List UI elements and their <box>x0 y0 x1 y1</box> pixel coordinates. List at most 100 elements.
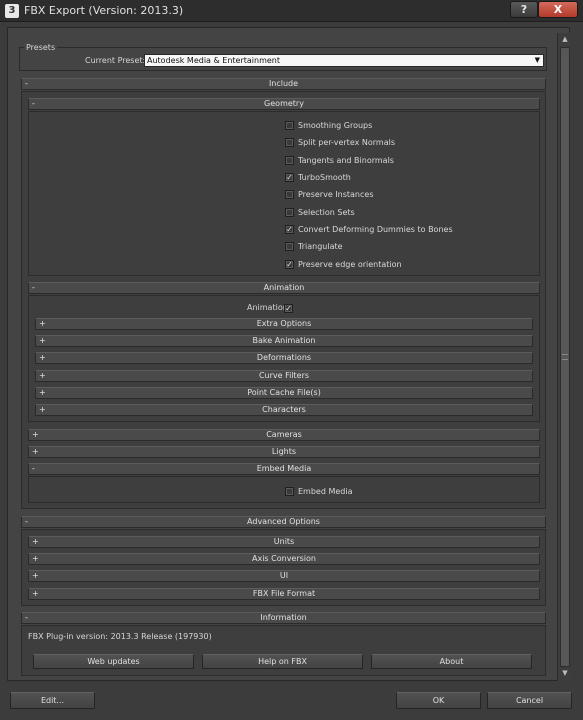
advanced-options-rollout-header[interactable]: - Advanced Options <box>21 516 546 528</box>
deformations-rollout[interactable]: + Deformations <box>35 352 533 364</box>
presets-group-label: Presets <box>24 43 58 52</box>
rollout-title: UI <box>279 571 289 580</box>
embed-media-rollout-body <box>28 476 540 503</box>
axis-conversion-rollout[interactable]: + Axis Conversion <box>28 553 540 565</box>
checkbox-icon[interactable] <box>285 208 294 217</box>
scroll-thumb[interactable] <box>560 47 570 667</box>
rollout-title: Deformations <box>256 353 312 362</box>
collapse-icon: - <box>25 517 28 526</box>
bake-animation-rollout[interactable]: + Bake Animation <box>35 335 533 347</box>
animation-checkbox-label: Animation <box>247 303 288 312</box>
checkbox-label: Split per-vertex Normals <box>298 138 395 147</box>
characters-rollout[interactable]: + Characters <box>35 404 533 416</box>
expand-icon: + <box>39 371 46 380</box>
app-icon: 3 <box>5 4 19 18</box>
edit-button[interactable]: Edit... <box>10 692 95 709</box>
ok-button[interactable]: OK <box>396 692 481 709</box>
checkbox-label: Smoothing Groups <box>298 121 373 130</box>
current-preset-label: Current Preset: <box>85 56 146 65</box>
rollout-title: Bake Animation <box>252 336 316 345</box>
scroll-up-icon[interactable]: ▲ <box>560 35 570 45</box>
units-rollout[interactable]: + Units <box>28 536 540 548</box>
scroll-down-icon[interactable]: ▼ <box>560 669 570 679</box>
rollout-title: Units <box>273 537 295 546</box>
collapse-icon: - <box>25 613 28 622</box>
checkbox-icon[interactable] <box>285 190 294 199</box>
checkbox-icon[interactable] <box>285 156 294 165</box>
expand-icon: + <box>32 589 39 598</box>
collapse-icon: - <box>25 79 28 88</box>
about-button[interactable]: About <box>371 654 532 669</box>
rollout-title: Characters <box>262 405 306 414</box>
rollout-title: FBX File Format <box>252 589 316 598</box>
embed-media-rollout-header[interactable]: - Embed Media <box>28 463 540 475</box>
cameras-rollout[interactable]: + Cameras <box>28 429 540 441</box>
rollout-title: Advanced Options <box>247 517 320 526</box>
web-updates-button[interactable]: Web updates <box>33 654 194 669</box>
geometry-title: Geometry <box>264 99 304 108</box>
expand-icon: + <box>32 537 39 546</box>
expand-icon: + <box>32 554 39 563</box>
collapse-icon: - <box>32 464 35 473</box>
close-button[interactable]: X <box>538 1 578 18</box>
checkmark-icon[interactable]: ✓ <box>284 304 293 313</box>
checkbox-label: Selection Sets <box>298 208 355 217</box>
expand-icon: + <box>39 388 46 397</box>
expand-icon: + <box>39 336 46 345</box>
rollout-title: Lights <box>271 447 297 456</box>
fbx-file-format-rollout[interactable]: + FBX File Format <box>28 588 540 600</box>
checkbox-label: Preserve Instances <box>298 190 374 199</box>
checkbox-label: Tangents and Binormals <box>298 156 394 165</box>
information-rollout-header[interactable]: - Information <box>21 612 546 624</box>
lights-rollout[interactable]: + Lights <box>28 446 540 458</box>
animation-title: Animation <box>263 283 305 292</box>
plugin-version-text: FBX Plug-in version: 2013.3 Release (197… <box>28 632 212 641</box>
checkbox-label: TurboSmooth <box>298 173 351 182</box>
rollout-title: Curve Filters <box>258 371 310 380</box>
rollout-title: Point Cache File(s) <box>247 388 321 397</box>
animation-rollout-header[interactable]: - Animation <box>28 282 540 294</box>
extra-options-rollout[interactable]: + Extra Options <box>35 318 533 330</box>
collapse-icon: - <box>32 283 35 292</box>
collapse-icon: - <box>32 99 35 108</box>
preset-dropdown[interactable]: Autodesk Media & Entertainment ▼ <box>144 54 544 67</box>
window-title: FBX Export (Version: 2013.3) <box>24 4 184 17</box>
help-on-fbx-button[interactable]: Help on FBX <box>202 654 363 669</box>
vertical-scrollbar[interactable]: ▲ ▼ <box>557 33 571 681</box>
rollout-title: Axis Conversion <box>252 554 316 563</box>
checkbox-label: Convert Deforming Dummies to Bones <box>298 225 453 234</box>
checkbox-label: Embed Media <box>298 487 353 496</box>
expand-icon: + <box>39 405 46 414</box>
expand-icon: + <box>39 353 46 362</box>
geometry-rollout-body <box>28 111 540 276</box>
include-title: Include <box>268 79 299 88</box>
checkbox-label: Triangulate <box>298 242 343 251</box>
curve-filters-rollout[interactable]: + Curve Filters <box>35 370 533 382</box>
cancel-button[interactable]: Cancel <box>487 692 572 709</box>
title-bar: 3 FBX Export (Version: 2013.3) ? X <box>0 0 583 22</box>
rollout-title: Information <box>260 613 307 622</box>
ui-rollout[interactable]: + UI <box>28 570 540 582</box>
geometry-rollout-header[interactable]: - Geometry <box>28 98 540 110</box>
checkbox-icon[interactable] <box>285 121 294 130</box>
rollout-title: Cameras <box>266 430 302 439</box>
checkbox-icon[interactable] <box>285 487 294 496</box>
checkmark-icon[interactable]: ✓ <box>285 225 294 234</box>
expand-icon: + <box>32 447 39 456</box>
rollout-title: Embed Media <box>256 464 312 473</box>
expand-icon: + <box>39 319 46 328</box>
checkbox-label: Preserve edge orientation <box>298 260 402 269</box>
checkbox-icon[interactable] <box>285 138 294 147</box>
checkbox-icon[interactable] <box>285 242 294 251</box>
help-button[interactable]: ? <box>510 1 538 18</box>
include-rollout-header[interactable]: - Include <box>21 78 546 90</box>
expand-icon: + <box>32 571 39 580</box>
rollout-title: Extra Options <box>256 319 312 328</box>
checkmark-icon[interactable]: ✓ <box>285 260 294 269</box>
chevron-down-icon: ▼ <box>534 56 540 64</box>
checkmark-icon[interactable]: ✓ <box>285 173 294 182</box>
expand-icon: + <box>32 430 39 439</box>
point-cache-rollout[interactable]: + Point Cache File(s) <box>35 387 533 399</box>
preset-dropdown-value: Autodesk Media & Entertainment <box>147 56 280 65</box>
grip-icon <box>562 354 568 360</box>
